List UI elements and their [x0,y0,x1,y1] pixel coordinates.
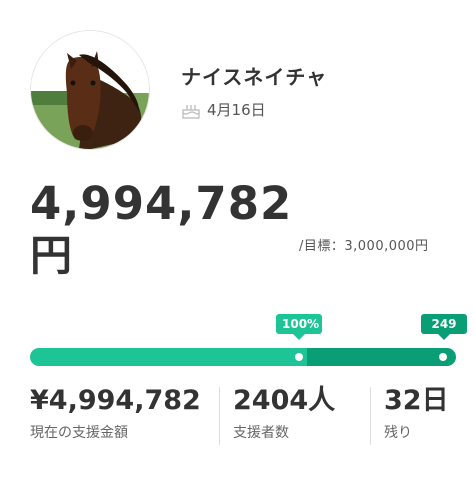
birthday-text: 4月16日 [207,101,266,119]
progress-secondary-segment [307,348,456,366]
divider [370,387,371,445]
stat-remaining-value: 32日 [384,385,449,416]
stretch-marker: 249 [421,314,467,340]
target-amount: /目標：3,000,000円 [299,239,429,254]
percent-marker: 100% [276,314,322,340]
stat-remaining-label: 残り [384,425,412,441]
stat-supporters-value: 2404人 [233,385,336,416]
horse-photo [31,31,149,149]
progress-bar [30,348,456,366]
stat-supporters-label: 支援者数 [233,425,289,441]
birthday: 4月16日 [181,99,266,120]
amount-unit: 円 [30,231,73,280]
stat-amount: ¥4,994,782 現在の支援金額 [30,384,201,442]
stat-supporters: 2404人 支援者数 [233,384,335,442]
current-amount: 4,994,782 [30,177,293,230]
progress-primary-segment [30,348,307,366]
horse-name: ナイスネイチャ [181,65,328,89]
stat-amount-label: 現在の支援金額 [30,425,128,441]
progress-dot-end [439,353,447,361]
progress-dot-100 [295,353,303,361]
stat-amount-value: ¥4,994,782 [30,385,201,416]
cake-icon [182,104,200,119]
stat-remaining: 32日 残り [384,384,449,442]
avatar [30,30,150,150]
divider [219,387,220,445]
